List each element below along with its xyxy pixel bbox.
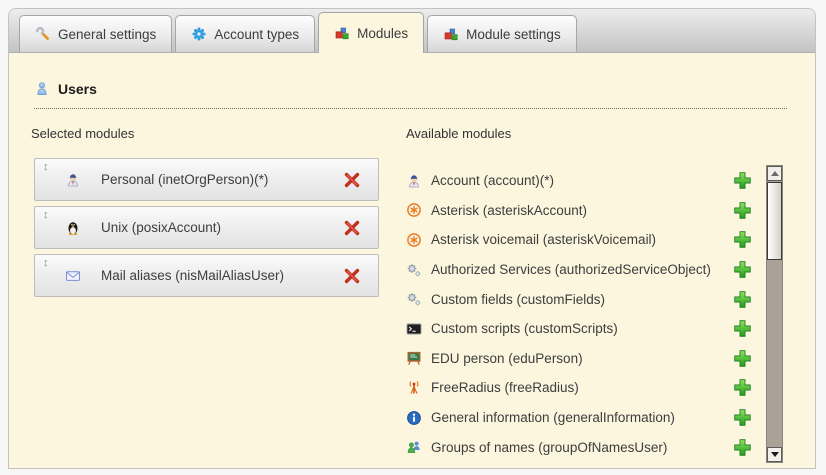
available-module-row: General information (generalInformation) bbox=[406, 403, 753, 433]
available-module-row: Asterisk (asteriskAccount) bbox=[406, 196, 753, 226]
tab-label: General settings bbox=[58, 27, 156, 42]
envelope-icon bbox=[65, 268, 81, 284]
add-module-button[interactable] bbox=[732, 377, 753, 398]
available-module-row: Custom scripts (customScripts) bbox=[406, 314, 753, 344]
available-module-label: Asterisk (asteriskAccount) bbox=[431, 203, 732, 218]
available-module-label: Groups of names (groupOfNamesUser) bbox=[431, 440, 732, 455]
selected-modules-label: Selected modules bbox=[31, 126, 134, 141]
scrollbar-thumb[interactable] bbox=[767, 182, 782, 260]
antenna-icon bbox=[406, 380, 422, 396]
selected-module-row: ↕ Personal (inetOrgPerson)(*) bbox=[34, 158, 379, 201]
available-modules-list: Account (account)(*) Asterisk (asteriskA… bbox=[406, 166, 753, 462]
available-module-label: FreeRadius (freeRadius) bbox=[431, 380, 732, 395]
available-module-row: EDU person (eduPerson) bbox=[406, 344, 753, 374]
section-title: Users bbox=[58, 81, 97, 97]
wrench-icon bbox=[35, 26, 51, 42]
available-module-row: Asterisk voicemail (asteriskVoicemail) bbox=[406, 225, 753, 255]
available-module-label: Custom scripts (customScripts) bbox=[431, 321, 732, 336]
chalkboard-icon bbox=[406, 350, 422, 366]
available-module-label: Authorized Services (authorizedServiceOb… bbox=[431, 262, 732, 277]
available-module-row: Custom fields (customFields) bbox=[406, 284, 753, 314]
add-module-button[interactable] bbox=[732, 318, 753, 339]
tab-account-types[interactable]: Account types bbox=[175, 15, 315, 52]
add-module-button[interactable] bbox=[732, 259, 753, 280]
drag-handle[interactable]: ↕ bbox=[43, 209, 49, 221]
selected-module-row: ↕ Unix (posixAccount) bbox=[34, 206, 379, 249]
add-module-button[interactable] bbox=[732, 437, 753, 458]
selected-module-label: Mail aliases (nisMailAliasUser) bbox=[101, 268, 342, 283]
modules-icon bbox=[334, 25, 350, 41]
terminal-icon bbox=[406, 321, 422, 337]
add-module-button[interactable] bbox=[732, 407, 753, 428]
section-divider bbox=[34, 108, 787, 109]
add-module-button[interactable] bbox=[732, 170, 753, 191]
add-module-button[interactable] bbox=[732, 229, 753, 250]
add-module-button[interactable] bbox=[732, 200, 753, 221]
remove-module-button[interactable] bbox=[342, 170, 362, 190]
modules-icon bbox=[443, 26, 459, 42]
gears-icon bbox=[406, 262, 422, 278]
available-module-row: Authorized Services (authorizedServiceOb… bbox=[406, 255, 753, 285]
available-module-label: Account (account)(*) bbox=[431, 173, 732, 188]
available-module-label: Custom fields (customFields) bbox=[431, 292, 732, 307]
available-module-row: FreeRadius (freeRadius) bbox=[406, 373, 753, 403]
tab-general-settings[interactable]: General settings bbox=[19, 15, 172, 52]
asterisk-icon bbox=[406, 232, 422, 248]
user-icon bbox=[34, 81, 50, 97]
tab-bar: General settings Account types Modules M… bbox=[9, 9, 815, 53]
section-heading-users: Users bbox=[34, 81, 97, 97]
add-module-button[interactable] bbox=[732, 289, 753, 310]
tab-label: Account types bbox=[214, 27, 299, 42]
scroll-up-button[interactable] bbox=[767, 166, 782, 181]
gear-icon bbox=[191, 26, 207, 42]
available-module-label: EDU person (eduPerson) bbox=[431, 351, 732, 366]
selected-modules-list: ↕ Personal (inetOrgPerson)(*) ↕ Unix (po… bbox=[34, 158, 379, 302]
tab-module-settings[interactable]: Module settings bbox=[427, 15, 577, 52]
settings-panel: General settings Account types Modules M… bbox=[8, 8, 816, 469]
tux-icon bbox=[65, 220, 81, 236]
person-icon bbox=[65, 172, 81, 188]
triangle-down-icon bbox=[771, 452, 779, 457]
selected-module-label: Personal (inetOrgPerson)(*) bbox=[101, 172, 342, 187]
available-modules-label: Available modules bbox=[406, 126, 511, 141]
tab-label: Modules bbox=[357, 26, 408, 41]
person-icon bbox=[406, 173, 422, 189]
drag-handle[interactable]: ↕ bbox=[43, 161, 49, 173]
triangle-up-icon bbox=[771, 171, 779, 176]
available-module-row: Account (account)(*) bbox=[406, 166, 753, 196]
remove-module-button[interactable] bbox=[342, 218, 362, 238]
remove-module-button[interactable] bbox=[342, 266, 362, 286]
group-icon bbox=[406, 439, 422, 455]
gears-icon bbox=[406, 291, 422, 307]
available-module-label: Asterisk voicemail (asteriskVoicemail) bbox=[431, 232, 732, 247]
tab-label: Module settings bbox=[466, 27, 561, 42]
drag-handle[interactable]: ↕ bbox=[43, 257, 49, 269]
available-module-label: General information (generalInformation) bbox=[431, 410, 732, 425]
scroll-down-button[interactable] bbox=[767, 447, 782, 462]
info-icon bbox=[406, 410, 422, 426]
selected-module-row: ↕ Mail aliases (nisMailAliasUser) bbox=[34, 254, 379, 297]
tab-modules[interactable]: Modules bbox=[318, 12, 424, 53]
selected-module-label: Unix (posixAccount) bbox=[101, 220, 342, 235]
add-module-button[interactable] bbox=[732, 348, 753, 369]
available-module-row: Groups of names (groupOfNamesUser) bbox=[406, 432, 753, 462]
asterisk-icon bbox=[406, 202, 422, 218]
available-modules-scrollbar[interactable] bbox=[766, 165, 783, 463]
